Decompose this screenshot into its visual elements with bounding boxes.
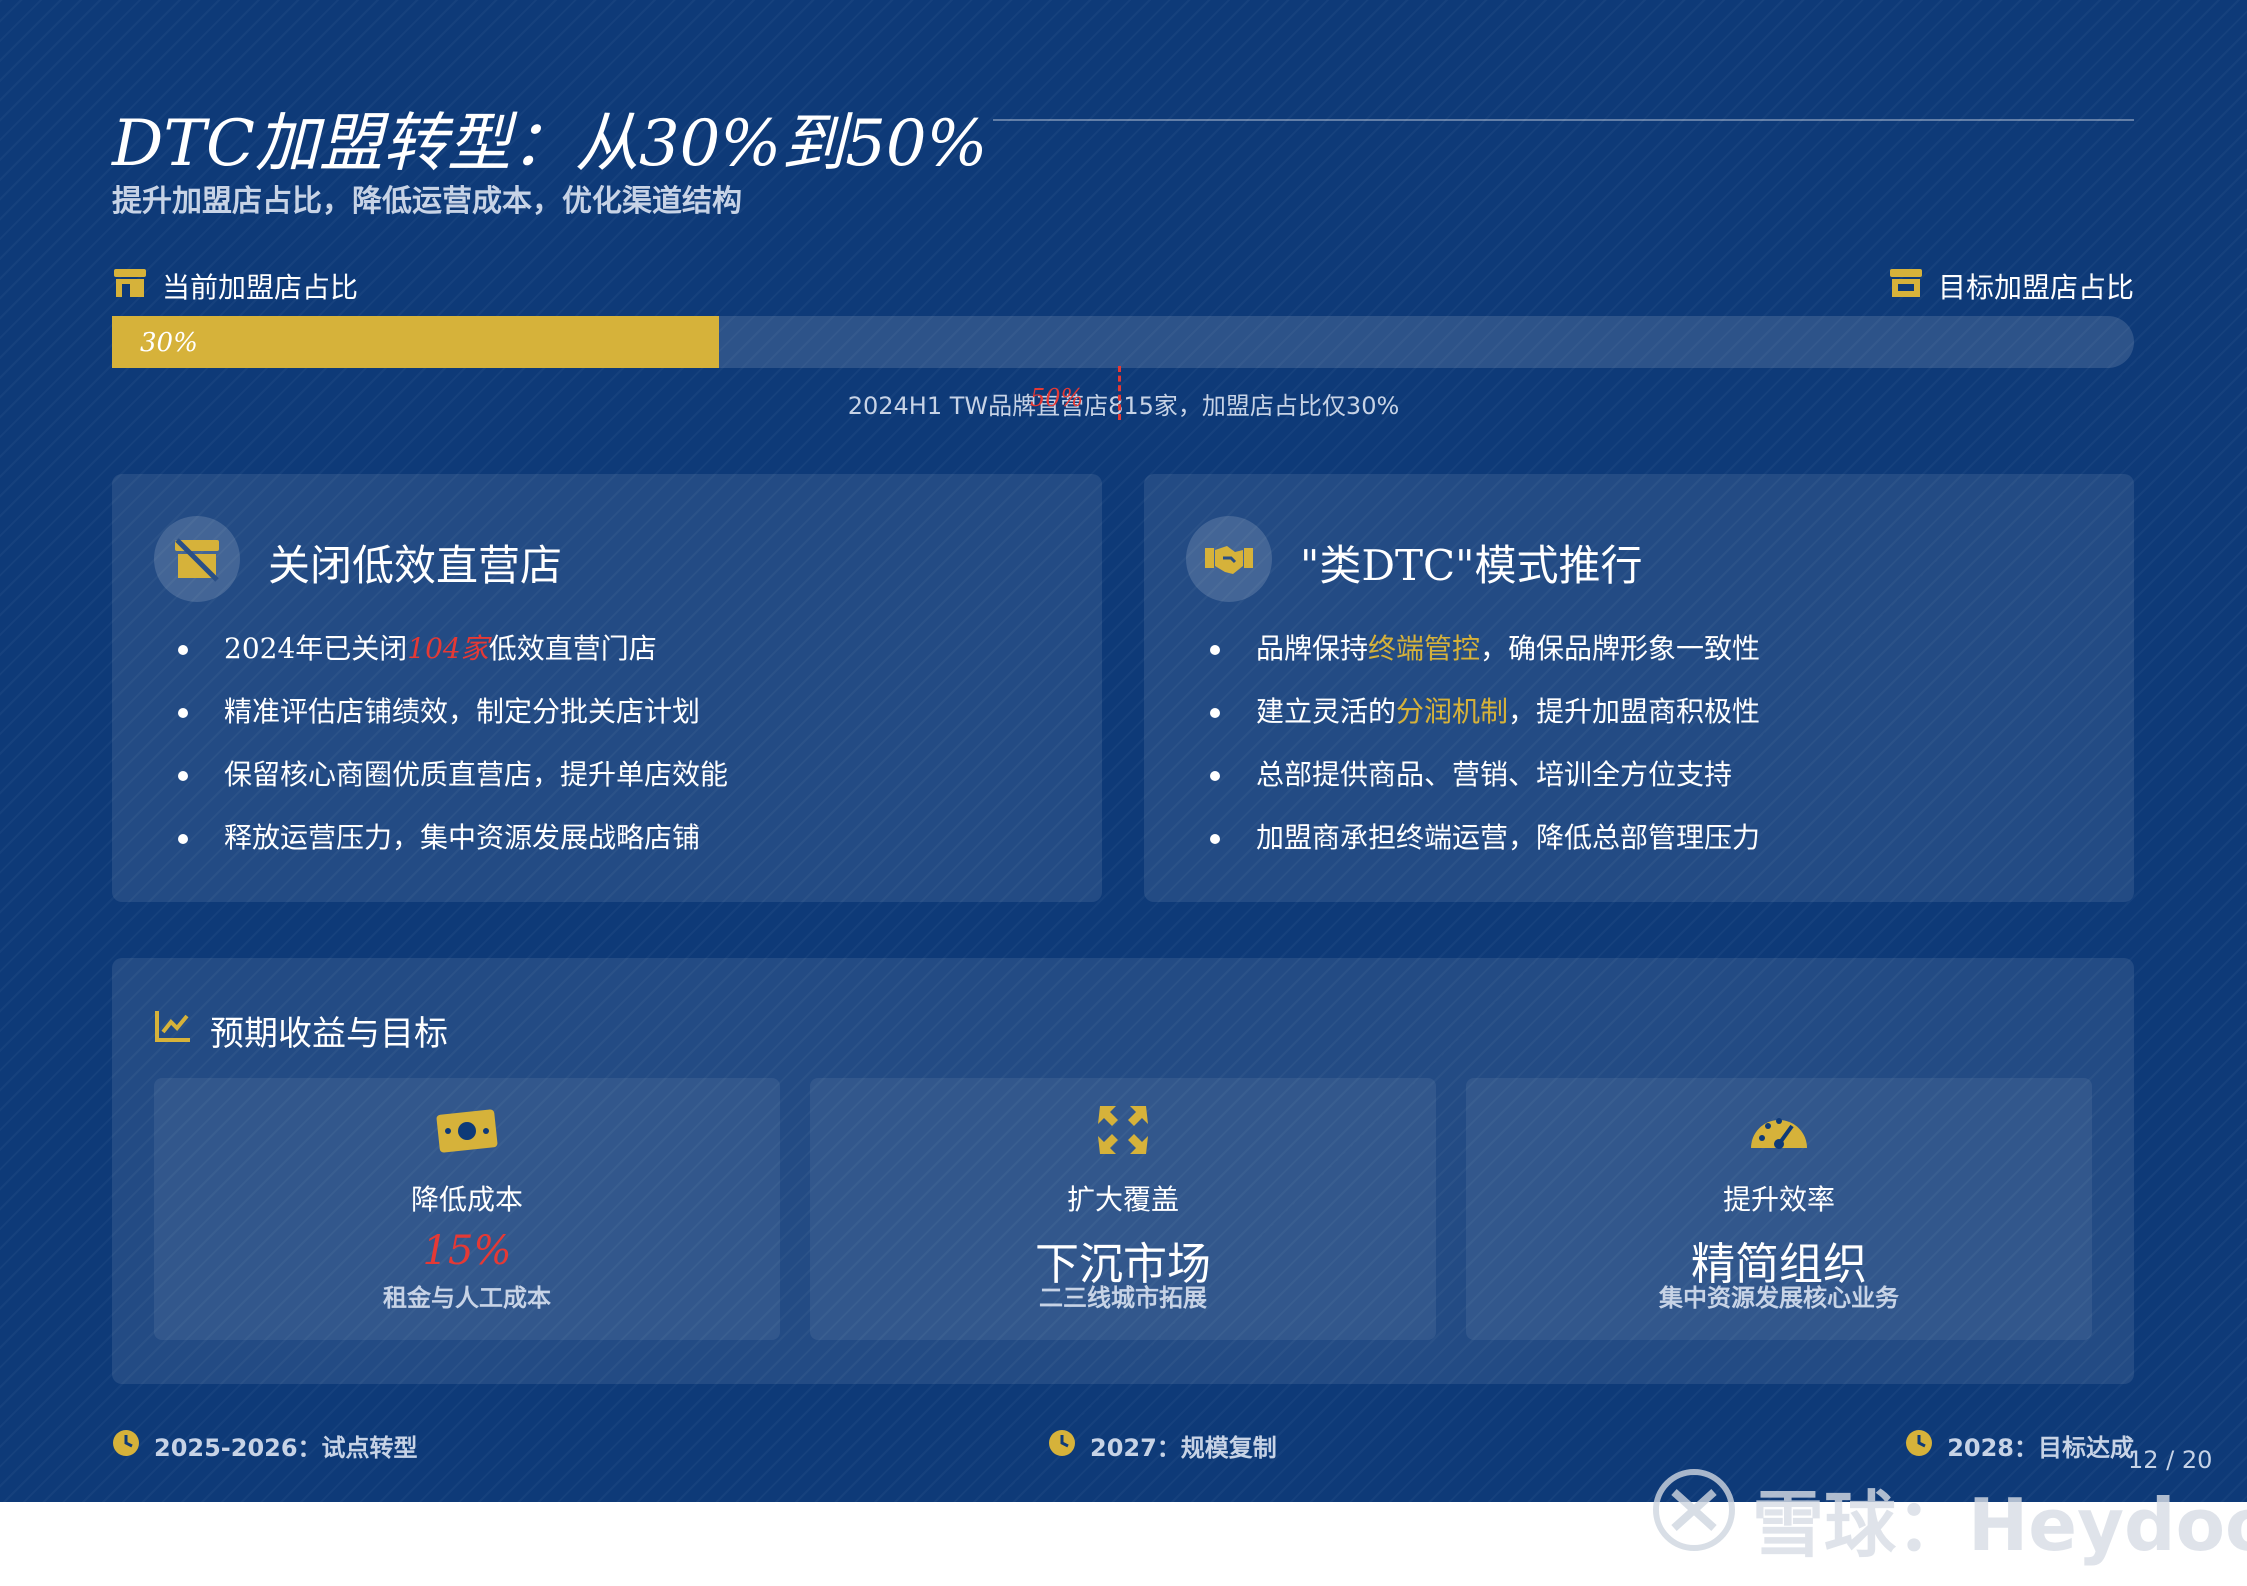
benefit-sub: 集中资源发展核心业务 xyxy=(1659,1284,1899,1312)
list-item: 建立灵活的分润机制，提升加盟商积极性 xyxy=(1200,692,1760,755)
benefit-label: 扩大覆盖 xyxy=(1066,1183,1179,1216)
list-item: 释放运营压力，集中资源发展战略店铺 xyxy=(168,818,728,881)
current-share-text: 当前加盟店占比 xyxy=(162,271,359,304)
gauge-icon xyxy=(1466,1102,2092,1166)
current-percent: 30% xyxy=(140,328,198,358)
closed-count: 104家 xyxy=(407,632,489,665)
title-divider xyxy=(993,119,2134,121)
store-closed-icon xyxy=(154,516,240,602)
target-percent: 50% xyxy=(1030,384,1084,412)
target-share-label: 目标加盟店占比 xyxy=(1888,266,2134,306)
clock-icon xyxy=(1048,1429,1076,1463)
benefit-cost: 降低成本 15% 租金与人工成本 xyxy=(154,1078,780,1340)
benefit-label: 降低成本 xyxy=(410,1183,523,1216)
benefit-label: 提升效率 xyxy=(1722,1183,1835,1216)
timeline-milestone-2: 2027：规模复制 xyxy=(1048,1428,1277,1463)
current-share-label: 当前加盟店占比 xyxy=(112,266,358,306)
list-item: 2024年已关闭104家低效直营门店 xyxy=(168,629,728,692)
handshake-icon xyxy=(1186,516,1272,602)
dtc-model-card: "类DTC"模式推行 品牌保持终端管控，确保品牌形象一致性 建立灵活的分润机制，… xyxy=(1144,474,2134,902)
franchise-share-progress-bar: 30% xyxy=(112,316,2134,368)
list-item: 加盟商承担终端运营，降低总部管理压力 xyxy=(1200,818,1760,881)
store-icon xyxy=(112,267,148,306)
store-icon xyxy=(1888,267,1924,306)
list-item: 保留核心商圈优质直营店，提升单店效能 xyxy=(168,755,728,818)
benefit-sub: 二三线城市拓展 xyxy=(1039,1284,1207,1312)
progress-fill: 30% xyxy=(112,316,719,368)
target-marker xyxy=(1118,366,1121,420)
money-icon xyxy=(154,1102,780,1166)
expand-icon xyxy=(810,1102,1436,1166)
clock-icon xyxy=(112,1429,140,1463)
benefit-sub: 租金与人工成本 xyxy=(383,1284,551,1312)
timeline-milestone-3: 2028：目标达成 xyxy=(1905,1428,2134,1463)
list-item: 精准评估店铺绩效，制定分批关店计划 xyxy=(168,692,728,755)
chart-line-icon xyxy=(154,1009,192,1052)
page-subtitle: 提升加盟店占比，降低运营成本，优化渠道结构 xyxy=(112,184,742,219)
card-title: 关闭低效直营店 xyxy=(268,541,563,590)
benefit-value: 15% xyxy=(422,1228,512,1274)
benefits-title: 预期收益与目标 xyxy=(154,1006,448,1055)
benefit-coverage: 扩大覆盖 下沉市场 二三线城市拓展 xyxy=(810,1078,1436,1340)
target-share-text: 目标加盟店占比 xyxy=(1937,271,2134,304)
close-stores-card: 关闭低效直营店 2024年已关闭104家低效直营门店 精准评估店铺绩效，制定分批… xyxy=(112,474,1102,902)
bullet-list: 品牌保持终端管控，确保品牌形象一致性 建立灵活的分润机制，提升加盟商积极性 总部… xyxy=(1200,629,1760,881)
watermark: 雪球：Heydoo xyxy=(1652,1466,2247,1571)
snowball-logo-icon xyxy=(1652,1468,1736,1569)
slide: DTC加盟转型：从30%到50% 提升加盟店占比，降低运营成本，优化渠道结构 当… xyxy=(0,0,2247,1502)
expected-benefits-panel: 预期收益与目标 降低成本 15% 租金与人工成本 扩大覆盖 下沉市场 二三线城市… xyxy=(112,958,2134,1384)
clock-icon xyxy=(1905,1429,1933,1463)
page-title: DTC加盟转型：从30%到50% xyxy=(112,107,988,181)
benefit-efficiency: 提升效率 精简组织 集中资源发展核心业务 xyxy=(1466,1078,2092,1340)
progress-note: 2024H1 TW品牌直营店815家，加盟店占比仅30% xyxy=(847,392,1400,420)
bullet-list: 2024年已关闭104家低效直营门店 精准评估店铺绩效，制定分批关店计划 保留核… xyxy=(168,629,728,881)
timeline-milestone-1: 2025-2026：试点转型 xyxy=(112,1428,418,1463)
list-item: 品牌保持终端管控，确保品牌形象一致性 xyxy=(1200,629,1760,692)
list-item: 总部提供商品、营销、培训全方位支持 xyxy=(1200,755,1760,818)
card-title: "类DTC"模式推行 xyxy=(1300,541,1643,590)
